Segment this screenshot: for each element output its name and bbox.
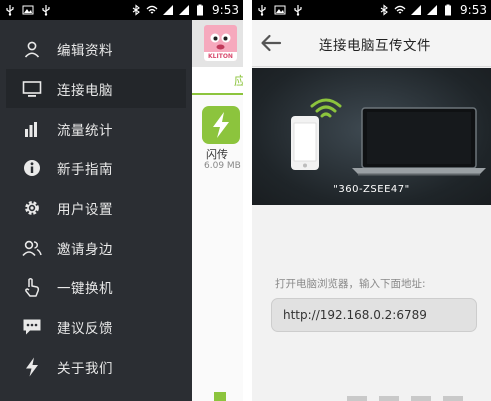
menu-item-label: 建议反馈 — [57, 320, 113, 337]
gear-icon — [22, 198, 42, 218]
lightning-icon — [22, 357, 42, 377]
app-size: 6.09 MB — [204, 161, 241, 171]
phone-icon — [291, 116, 319, 170]
menu-item-label: 流量统计 — [57, 122, 113, 139]
signal-icon — [163, 5, 174, 15]
left-phone-screen: 9:53 编辑资料 连接电脑 流量统计 新手指南 用户设置 邀请身边 一键换机 … — [0, 0, 243, 401]
image-icon — [22, 5, 34, 15]
right-phone-screen: 9:53 连接电脑互传文件 "360-ZSEE47" 打开电脑浏览器，输入下面地… — [252, 0, 491, 401]
chat-bubble-icon — [22, 317, 42, 337]
menu-item-one-click-switch[interactable]: 一键换机 — [0, 267, 192, 306]
menu-item-label: 关于我们 — [57, 360, 113, 377]
hand-pointer-icon — [22, 277, 42, 297]
menu-item-label: 用户设置 — [57, 201, 113, 218]
app-name: 闪传 — [206, 148, 228, 161]
signal-icon — [179, 5, 190, 15]
tab-apps[interactable]: 应 — [234, 72, 243, 89]
menu-item-label: 连接电脑 — [57, 82, 113, 99]
status-time: 9:53 — [460, 3, 487, 17]
status-time: 9:53 — [212, 3, 239, 17]
info-icon — [22, 158, 42, 178]
usb-icon — [258, 5, 266, 16]
url-field[interactable]: http://192.168.0.2:6789 — [271, 298, 477, 332]
navigation-drawer: 编辑资料 连接电脑 流量统计 新手指南 用户设置 邀请身边 一键换机 建议反馈 … — [0, 20, 192, 401]
wifi-icon — [146, 5, 158, 14]
menu-item-label: 邀请身边 — [57, 241, 113, 258]
instruction-text: 打开电脑浏览器，输入下面地址: — [275, 278, 426, 290]
menu-item-beginner-guide[interactable]: 新手指南 — [0, 148, 192, 187]
image-icon — [274, 5, 286, 15]
bottom-tab-indicator[interactable] — [214, 392, 226, 401]
bottom-tab-glimpse — [347, 396, 463, 401]
wifi-signal-icon — [310, 98, 342, 118]
connection-illustration: "360-ZSEE47" — [252, 68, 491, 205]
person-icon — [22, 39, 42, 59]
app-header: 连接电脑互传文件 — [252, 20, 491, 67]
back-arrow-icon — [261, 34, 282, 52]
main-content-peek: KLITON 应 闪传 6.09 MB — [192, 20, 243, 401]
menu-item-label: 新手指南 — [57, 161, 113, 178]
usb-icon — [6, 5, 14, 16]
app-icon-shanchuan[interactable] — [202, 106, 240, 144]
signal-icon — [411, 5, 422, 15]
menu-item-feedback[interactable]: 建议反馈 — [0, 307, 192, 346]
screenshot-divider — [243, 0, 252, 401]
usb-icon — [294, 5, 302, 16]
bar-chart-icon — [22, 119, 42, 139]
menu-item-user-settings[interactable]: 用户设置 — [0, 188, 192, 227]
wifi-icon — [394, 5, 406, 14]
menu-item-connect-pc[interactable]: 连接电脑 — [6, 69, 186, 108]
people-icon — [22, 238, 42, 258]
back-button[interactable] — [258, 30, 284, 56]
avatar[interactable]: KLITON — [204, 25, 237, 61]
menu-item-edit-profile[interactable]: 编辑资料 — [0, 29, 192, 68]
battery-icon — [445, 4, 452, 16]
bluetooth-icon — [380, 4, 388, 16]
monitor-icon — [22, 79, 42, 99]
avatar-label: KLITON — [204, 52, 237, 61]
page-title: 连接电脑互传文件 — [319, 38, 431, 54]
usb-icon — [42, 5, 50, 16]
tab-bar: 应 — [192, 67, 243, 95]
menu-item-label: 编辑资料 — [57, 42, 113, 59]
menu-item-traffic-stats[interactable]: 流量统计 — [0, 109, 192, 148]
menu-item-label: 一键换机 — [57, 280, 113, 297]
signal-icon — [427, 5, 438, 15]
device-name: "360-ZSEE47" — [333, 184, 410, 195]
menu-item-invite-nearby[interactable]: 邀请身边 — [0, 228, 192, 267]
laptop-icon — [352, 107, 486, 176]
status-bar: 9:53 — [252, 0, 491, 20]
content-header: KLITON — [192, 20, 243, 67]
bluetooth-icon — [132, 4, 140, 16]
battery-icon — [197, 4, 204, 16]
lightning-icon — [213, 112, 229, 138]
status-bar: 9:53 — [0, 0, 243, 20]
menu-item-about-us[interactable]: 关于我们 — [0, 347, 192, 386]
